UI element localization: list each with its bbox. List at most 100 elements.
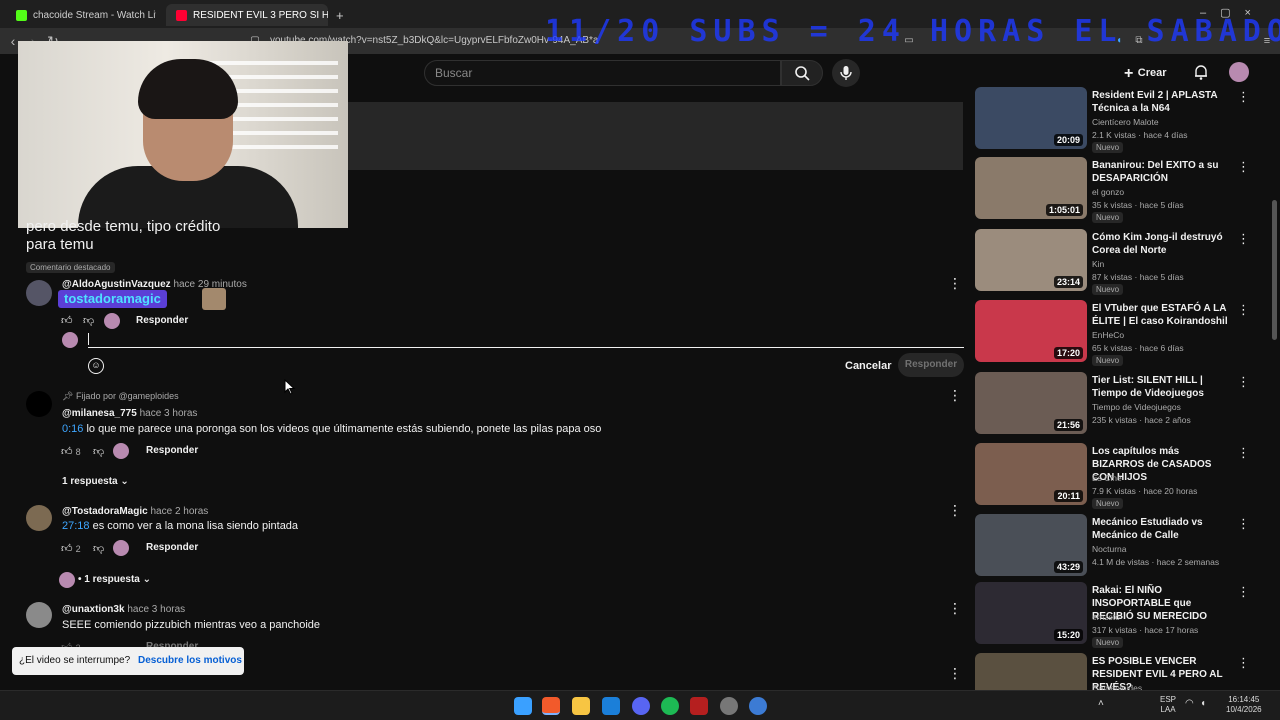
more-options-icon[interactable]: ⋮ bbox=[1237, 445, 1250, 461]
cancel-button[interactable]: Cancelar bbox=[845, 360, 891, 372]
channel-name[interactable]: Es Cine bbox=[1092, 473, 1122, 483]
avatar[interactable] bbox=[26, 602, 52, 628]
new-badge: Nuevo bbox=[1092, 142, 1124, 153]
video-title[interactable]: Bananirou: Del EXITO a su DESAPARICIÓN bbox=[1092, 159, 1232, 185]
more-options-icon[interactable]: ⋮ bbox=[1237, 584, 1250, 600]
video-thumbnail[interactable]: 15:20 bbox=[975, 582, 1087, 644]
video-title[interactable]: El VTuber que ESTAFÓ A LA ÉLITE | El cas… bbox=[1092, 302, 1232, 328]
more-options-icon[interactable]: ⋮ bbox=[948, 276, 962, 290]
channel-name[interactable]: Cientícero Malote bbox=[1092, 117, 1159, 127]
more-options-icon[interactable]: ⋮ bbox=[948, 601, 962, 615]
more-options-icon[interactable]: ⋮ bbox=[1237, 374, 1250, 390]
more-options-icon[interactable]: ⋮ bbox=[1237, 655, 1250, 671]
like-icon[interactable]: 👍︎ bbox=[61, 314, 73, 327]
wifi-icon[interactable]: ◠ bbox=[1185, 699, 1194, 709]
app-icon[interactable] bbox=[690, 697, 708, 715]
dislike-icon[interactable]: 👎︎ bbox=[93, 542, 104, 555]
recommended-video[interactable]: 43:29 Mecánico Estudiado vs Mecánico de C… bbox=[975, 514, 1255, 578]
video-thumbnail[interactable]: 23:14 bbox=[975, 229, 1087, 291]
channel-name[interactable]: ernzsto bbox=[1092, 612, 1120, 622]
dislike-icon[interactable]: 👎︎ bbox=[93, 445, 104, 458]
account-avatar[interactable] bbox=[1229, 62, 1249, 82]
dislike-icon[interactable]: 👎︎ bbox=[83, 314, 94, 327]
notifications-button[interactable] bbox=[1192, 63, 1210, 81]
reply-button[interactable]: Responder bbox=[146, 445, 198, 456]
video-title[interactable]: Tier List: SILENT HILL | Tiempo de Video… bbox=[1092, 374, 1232, 400]
more-options-icon[interactable]: ⋮ bbox=[948, 388, 962, 402]
submit-reply-button[interactable]: Responder bbox=[898, 353, 964, 377]
recommended-video[interactable]: 23:14 Cómo Kim Jong-il destruyó Corea del… bbox=[975, 229, 1255, 295]
like-button[interactable]: 👍︎ 8 bbox=[61, 445, 81, 458]
more-options-icon[interactable]: ⋮ bbox=[948, 666, 962, 680]
comment-author[interactable]: @TostadoraMagic hace 2 horas bbox=[62, 506, 208, 517]
video-thumbnail[interactable]: 1:05:01 bbox=[975, 157, 1087, 219]
spotify-icon[interactable] bbox=[661, 697, 679, 715]
video-duration: 23:14 bbox=[1053, 276, 1083, 288]
comment-author[interactable]: @milanesa_775 hace 3 horas bbox=[62, 408, 197, 419]
search-button[interactable] bbox=[781, 60, 823, 86]
mic-icon bbox=[840, 66, 852, 80]
video-thumbnail[interactable]: 20:11 bbox=[975, 443, 1087, 505]
video-duration: 43:29 bbox=[1053, 561, 1083, 573]
clock[interactable]: 16:14:45 10/4/2026 bbox=[1226, 695, 1262, 715]
tab-youtube-video[interactable]: RESIDENT EVIL 3 PERO SI HAY U × bbox=[166, 4, 328, 26]
recommended-video[interactable]: 20:09 Resident Evil 2 | APLASTA Técnica a… bbox=[975, 87, 1255, 153]
more-options-icon[interactable]: ⋮ bbox=[1237, 302, 1250, 318]
create-button[interactable]: + Crear bbox=[1124, 60, 1176, 86]
reply-button[interactable]: Responder bbox=[136, 315, 188, 326]
more-options-icon[interactable]: ⋮ bbox=[948, 503, 962, 517]
chevron-up-icon[interactable]: ˄ bbox=[1098, 699, 1104, 709]
emoji-icon[interactable]: ☺ bbox=[88, 358, 104, 374]
creator-heart-avatar bbox=[104, 313, 120, 329]
video-duration: 20:09 bbox=[1053, 134, 1083, 146]
comment-timestamp-link[interactable]: 0:16 bbox=[62, 423, 83, 435]
channel-name[interactable]: Tiempo de Videojuegos bbox=[1092, 402, 1181, 412]
more-options-icon[interactable]: ⋮ bbox=[1237, 89, 1250, 105]
recommended-video[interactable]: 21:56 Tier List: SILENT HILL | Tiempo de … bbox=[975, 372, 1255, 436]
search-input[interactable]: Buscar bbox=[424, 60, 781, 86]
video-thumbnail[interactable]: 17:20 bbox=[975, 300, 1087, 362]
video-thumbnail[interactable]: 43:29 bbox=[975, 514, 1087, 576]
recommended-video[interactable]: 15:20 Rakai: El NIÑO INSOPORTABLE que REC… bbox=[975, 582, 1255, 648]
view-replies-button[interactable]: • 1 respuesta ⌄ bbox=[78, 574, 151, 585]
video-title[interactable]: Cómo Kim Jong-il destruyó Corea del Nort… bbox=[1092, 231, 1232, 257]
avatar[interactable] bbox=[26, 280, 52, 306]
comment-author[interactable]: @unaxtion3k hace 3 horas bbox=[62, 604, 185, 615]
new-tab-button[interactable]: + bbox=[332, 4, 352, 26]
recommended-video[interactable]: 20:11 Los capítulos más BIZARROS de CASAD… bbox=[975, 443, 1255, 509]
reply-button[interactable]: Responder bbox=[146, 542, 198, 553]
volume-icon[interactable]: ◖ bbox=[1200, 699, 1206, 709]
obs-icon[interactable] bbox=[720, 697, 738, 715]
reply-input[interactable] bbox=[88, 331, 964, 348]
channel-name[interactable]: EnHeCo bbox=[1092, 330, 1124, 340]
video-thumbnail[interactable]: 21:56 bbox=[975, 372, 1087, 434]
discord-icon[interactable] bbox=[632, 697, 650, 715]
bing-icon[interactable] bbox=[602, 697, 620, 715]
windows-start-icon[interactable] bbox=[514, 697, 532, 715]
more-options-icon[interactable]: ⋮ bbox=[1237, 516, 1250, 532]
app-icon[interactable] bbox=[749, 697, 767, 715]
channel-name[interactable]: Kin bbox=[1092, 259, 1104, 269]
brave-browser-icon[interactable] bbox=[542, 697, 560, 715]
channel-name[interactable]: Nocturna bbox=[1092, 544, 1127, 554]
video-title[interactable]: Resident Evil 2 | APLASTA Técnica a la N… bbox=[1092, 89, 1232, 115]
view-replies-button[interactable]: 1 respuesta ⌄ bbox=[62, 476, 129, 487]
video-thumbnail[interactable]: 20:09 bbox=[975, 87, 1087, 149]
video-title[interactable]: Mecánico Estudiado vs Mecánico de Calle bbox=[1092, 516, 1232, 542]
channel-name[interactable]: el gonzo bbox=[1092, 187, 1124, 197]
file-explorer-icon[interactable] bbox=[572, 697, 590, 715]
like-button[interactable]: 👍︎ 2 bbox=[61, 542, 81, 555]
recommended-video[interactable]: 1:05:01 Bananirou: Del EXITO a su DESAPAR… bbox=[975, 157, 1255, 223]
toast-link[interactable]: Descubre los motivos bbox=[138, 655, 242, 666]
more-options-icon[interactable]: ⋮ bbox=[1237, 159, 1250, 175]
voice-search-button[interactable] bbox=[832, 59, 860, 87]
tab-kick-stream[interactable]: chacoide Stream - Watch Live on bbox=[6, 4, 156, 26]
avatar[interactable] bbox=[26, 505, 52, 531]
language-indicator[interactable]: ESP LAA bbox=[1160, 695, 1176, 715]
avatar[interactable] bbox=[26, 391, 52, 417]
scrollbar[interactable] bbox=[1272, 200, 1277, 340]
more-options-icon[interactable]: ⋮ bbox=[1237, 231, 1250, 247]
comment-timestamp-link[interactable]: 27:18 bbox=[62, 520, 90, 532]
recommended-video[interactable]: 17:20 El VTuber que ESTAFÓ A LA ÉLITE | E… bbox=[975, 300, 1255, 366]
chevron-down-icon: ⌄ bbox=[142, 574, 152, 585]
